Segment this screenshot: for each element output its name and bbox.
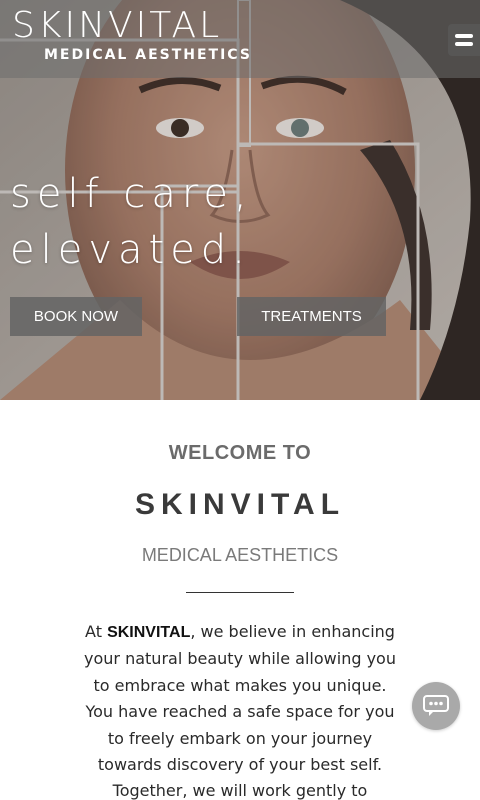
chat-bubble-icon[interactable] [412, 682, 460, 730]
welcome-heading: WELCOME TO [168, 442, 312, 464]
treatments-button[interactable]: TREATMENTS [237, 297, 386, 336]
chat-dots-icon [423, 695, 449, 716]
logo-wordmark[interactable]: SKINVITAL [12, 6, 257, 46]
brand-title: SKINVITAL [134, 488, 346, 521]
hamburger-menu-icon[interactable] [448, 24, 480, 56]
intro-paragraph: At SKINVITAL, we believe in enhancing yo… [78, 619, 402, 800]
tagline-line-1: self care, [10, 171, 253, 217]
tagline-line-2: elevated. [10, 227, 251, 273]
logo-subtitle: MEDICAL AESTHETICS [44, 47, 252, 63]
intro-prefix: At [85, 622, 108, 641]
book-now-button[interactable]: BOOK NOW [10, 297, 142, 336]
site-header: SKINVITAL MEDICAL AESTHETICS [0, 0, 480, 78]
section-divider [186, 592, 294, 593]
hero-section: SKINVITAL MEDICAL AESTHETICS self care, … [0, 0, 480, 400]
intro-text: , we believe in enhancing your natural b… [84, 622, 396, 800]
brand-subtitle: MEDICAL AESTHETICS [141, 545, 339, 565]
hero-tagline: self care, elevated. [10, 166, 253, 278]
intro-brand: SKINVITAL [107, 624, 191, 641]
